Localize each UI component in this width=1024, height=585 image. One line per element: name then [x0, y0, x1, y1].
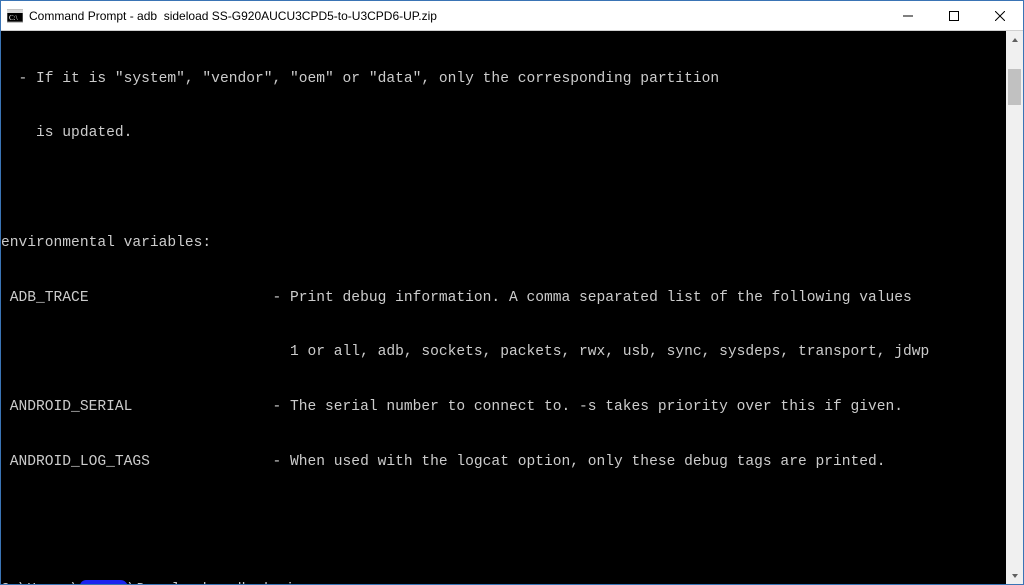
output-line: ANDROID_SERIAL - The serial number to co… [1, 398, 1006, 416]
title-bar[interactable]: C:\ Command Prompt - adb sideload SS-G92… [1, 1, 1023, 31]
redaction [80, 580, 128, 584]
terminal-output[interactable]: - If it is "system", "vendor", "oem" or … [1, 31, 1006, 584]
window-title: Command Prompt - adb sideload SS-G920AUC… [29, 9, 437, 23]
scroll-up-button[interactable] [1006, 31, 1023, 48]
svg-text:C:\: C:\ [9, 14, 18, 22]
output-line: is updated. [1, 124, 1006, 142]
maximize-button[interactable] [931, 1, 977, 30]
output-line: - If it is "system", "vendor", "oem" or … [1, 70, 1006, 88]
output-line: ADB_TRACE - Print debug information. A c… [1, 289, 1006, 307]
client-area: - If it is "system", "vendor", "oem" or … [1, 31, 1023, 584]
output-line [1, 179, 1006, 197]
output-line: ANDROID_LOG_TAGS - When used with the lo… [1, 453, 1006, 471]
output-line: 1 or all, adb, sockets, packets, rwx, us… [1, 343, 1006, 361]
output-line [1, 508, 1006, 526]
output-line: environmental variables: [1, 234, 1006, 252]
close-button[interactable] [977, 1, 1023, 30]
window-controls [885, 1, 1023, 30]
cmd-icon: C:\ [7, 8, 23, 24]
prompt-line: C:\Users\ \Downloads>adb devices [1, 581, 1006, 585]
scroll-down-button[interactable] [1006, 567, 1023, 584]
window-frame: C:\ Command Prompt - adb sideload SS-G92… [0, 0, 1024, 585]
minimize-button[interactable] [885, 1, 931, 30]
command-text: adb devices [224, 582, 320, 585]
prompt-prefix: C:\Users\ [1, 582, 80, 585]
scrollbar-vertical[interactable] [1006, 31, 1023, 584]
scroll-thumb[interactable] [1008, 69, 1021, 105]
prompt-suffix: \Downloads> [128, 582, 224, 585]
